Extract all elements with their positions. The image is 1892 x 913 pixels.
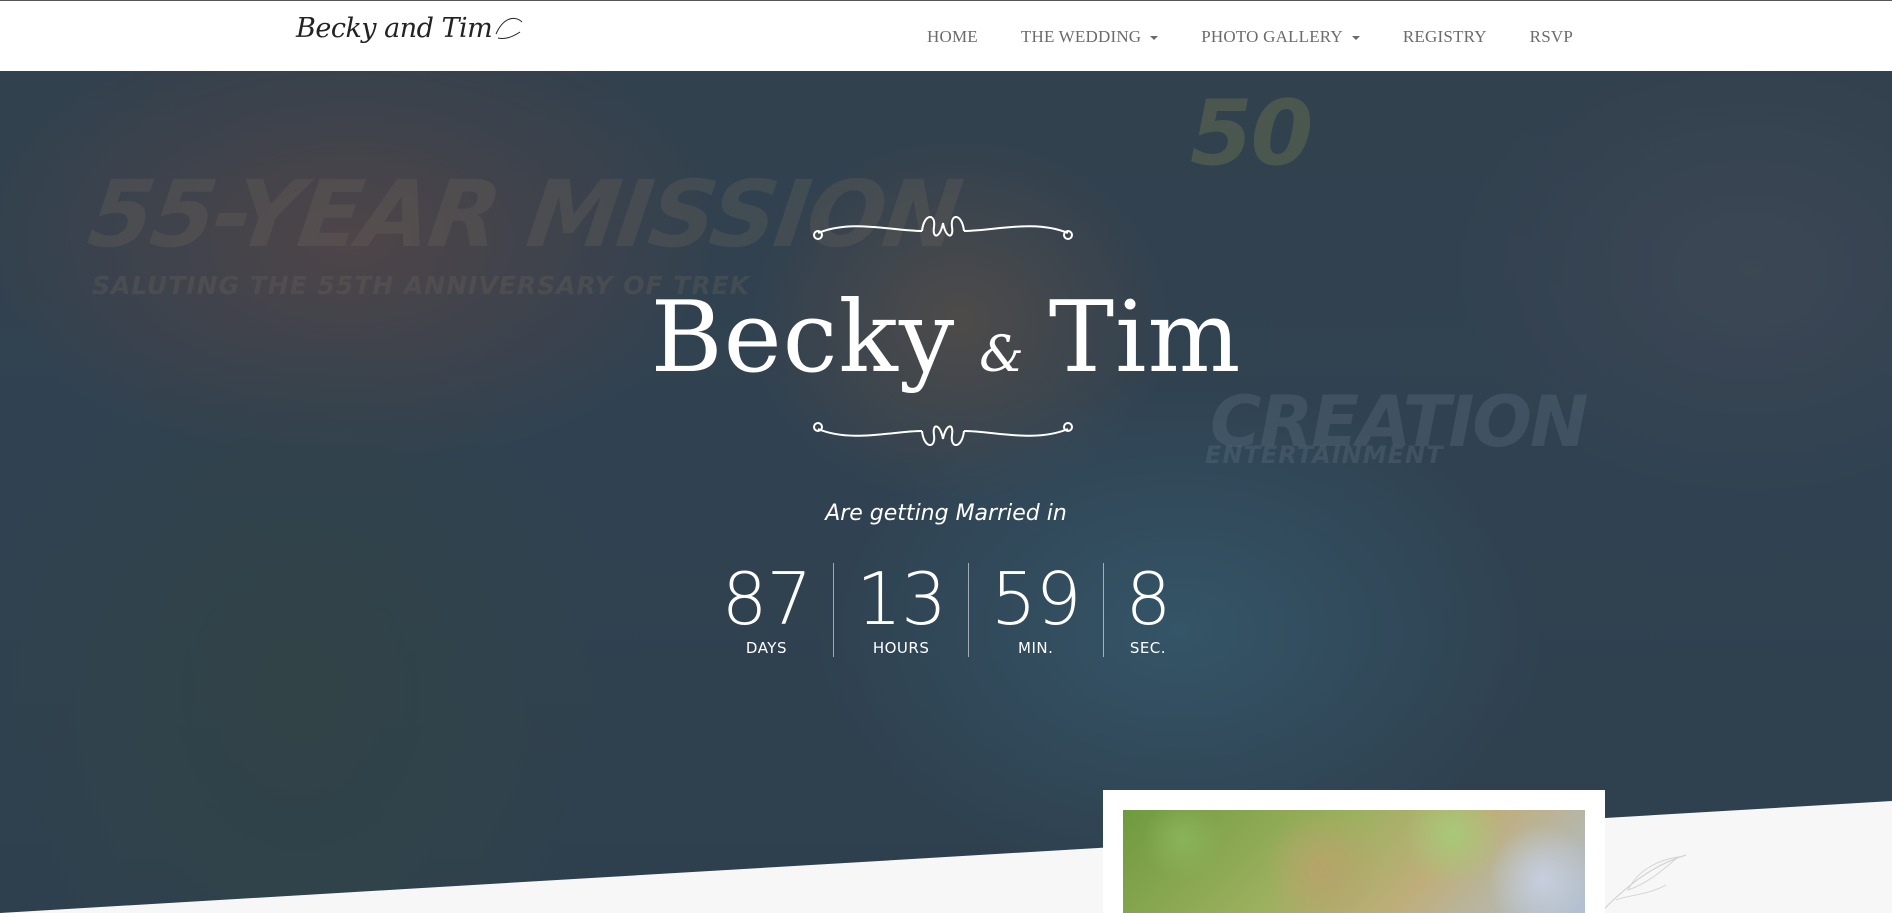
hero-overlay (0, 71, 1892, 913)
countdown-days-label: DAYS (745, 639, 787, 657)
countdown-minutes-label: MIN. (1018, 639, 1054, 657)
main-nav: HOME THE WEDDING PHOTO GALLERY REGISTRY … (884, 1, 1573, 72)
countdown-minutes-value: 59 (990, 557, 1082, 641)
countdown-seconds-value: 8 (1125, 557, 1172, 641)
chevron-down-icon (1351, 35, 1360, 40)
nav-registry[interactable]: REGISTRY (1403, 27, 1487, 47)
site-header: Becky and Tim HOME THE WEDDING PHOTO GAL… (0, 0, 1892, 71)
countdown-seconds-label: SEC. (1129, 639, 1167, 657)
countdown-days: 87 DAYS (700, 563, 834, 657)
countdown-days-value: 87 (721, 557, 813, 641)
nav-registry-label: REGISTRY (1402, 26, 1487, 46)
leaf-decoration-icon (1602, 854, 1687, 911)
nav-rsvp[interactable]: RSVP (1530, 27, 1573, 47)
nav-home-label: HOME (927, 26, 978, 46)
nav-home[interactable]: HOME (927, 27, 978, 47)
couple-names: Becky & Tim (0, 281, 1892, 395)
chevron-down-icon (1150, 35, 1159, 40)
countdown-hours-value: 13 (856, 557, 947, 641)
nav-the-wedding-label: THE WEDDING (1020, 26, 1142, 46)
logo-text: Becky and Tim (296, 13, 493, 44)
site-logo[interactable]: Becky and Tim (296, 13, 524, 44)
countdown-hours-label: HOURS (872, 639, 930, 657)
couple-photo (1123, 810, 1585, 913)
countdown-seconds: 8 SEC. (1102, 557, 1193, 657)
logo-flourish-icon (495, 17, 523, 39)
name-becky: Becky (650, 281, 956, 395)
name-tim: Tim (1048, 281, 1242, 395)
countdown-timer: 87 DAYS 13 HOURS 59 MIN. 8 SEC. (0, 563, 1892, 657)
top-ornament-icon (813, 216, 1073, 240)
ampersand: & (979, 325, 1025, 383)
nav-rsvp-label: RSVP (1529, 26, 1573, 46)
hero-subtitle: Are getting Married in (825, 501, 1067, 526)
nav-photo-gallery[interactable]: PHOTO GALLERY (1201, 27, 1360, 47)
nav-the-wedding[interactable]: THE WEDDING (1020, 26, 1159, 47)
countdown-hours: 13 HOURS (833, 563, 968, 657)
couple-photo-card (1103, 790, 1605, 913)
bottom-ornament-icon (813, 422, 1073, 446)
hero-section: 55-YEAR MISSION SALUTING THE 55TH ANNIVE… (0, 71, 1892, 913)
countdown-minutes: 59 MIN. (967, 557, 1103, 657)
nav-photo-gallery-label: PHOTO GALLERY (1201, 26, 1343, 46)
